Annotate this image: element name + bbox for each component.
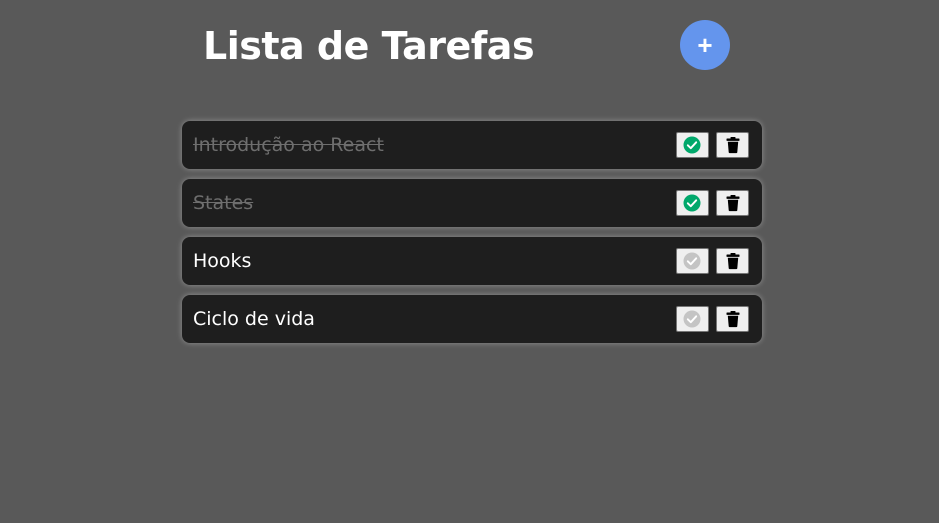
task-label: Hooks [193, 250, 252, 272]
task-item: States [182, 179, 762, 227]
trash-icon [726, 137, 739, 154]
delete-button[interactable] [716, 248, 749, 274]
complete-button[interactable] [675, 248, 709, 274]
complete-button[interactable] [675, 132, 709, 158]
plus-icon: + [697, 30, 713, 60]
task-label: Ciclo de vida [193, 308, 315, 330]
task-label: Introdução ao React [193, 134, 384, 156]
check-circle-icon [683, 136, 701, 154]
header: Lista de Tarefas + [0, 0, 939, 100]
complete-button[interactable] [675, 306, 709, 332]
task-actions [674, 190, 749, 216]
delete-button[interactable] [716, 132, 749, 158]
task-actions [674, 248, 749, 274]
check-circle-icon [683, 310, 701, 328]
trash-icon [726, 253, 739, 270]
page-title: Lista de Tarefas [203, 24, 535, 68]
task-list: Introdução ao React States Hooks Ciclo d… [182, 121, 762, 353]
task-label: States [193, 192, 254, 214]
task-item: Ciclo de vida [182, 295, 762, 343]
trash-icon [726, 311, 739, 328]
check-circle-icon [683, 194, 701, 212]
task-item: Introdução ao React [182, 121, 762, 169]
add-task-button[interactable]: + [680, 20, 730, 70]
complete-button[interactable] [675, 190, 709, 216]
delete-button[interactable] [716, 190, 749, 216]
trash-icon [726, 195, 739, 212]
task-actions [674, 132, 749, 158]
task-item: Hooks [182, 237, 762, 285]
task-actions [674, 306, 749, 332]
check-circle-icon [683, 252, 701, 270]
delete-button[interactable] [716, 306, 749, 332]
